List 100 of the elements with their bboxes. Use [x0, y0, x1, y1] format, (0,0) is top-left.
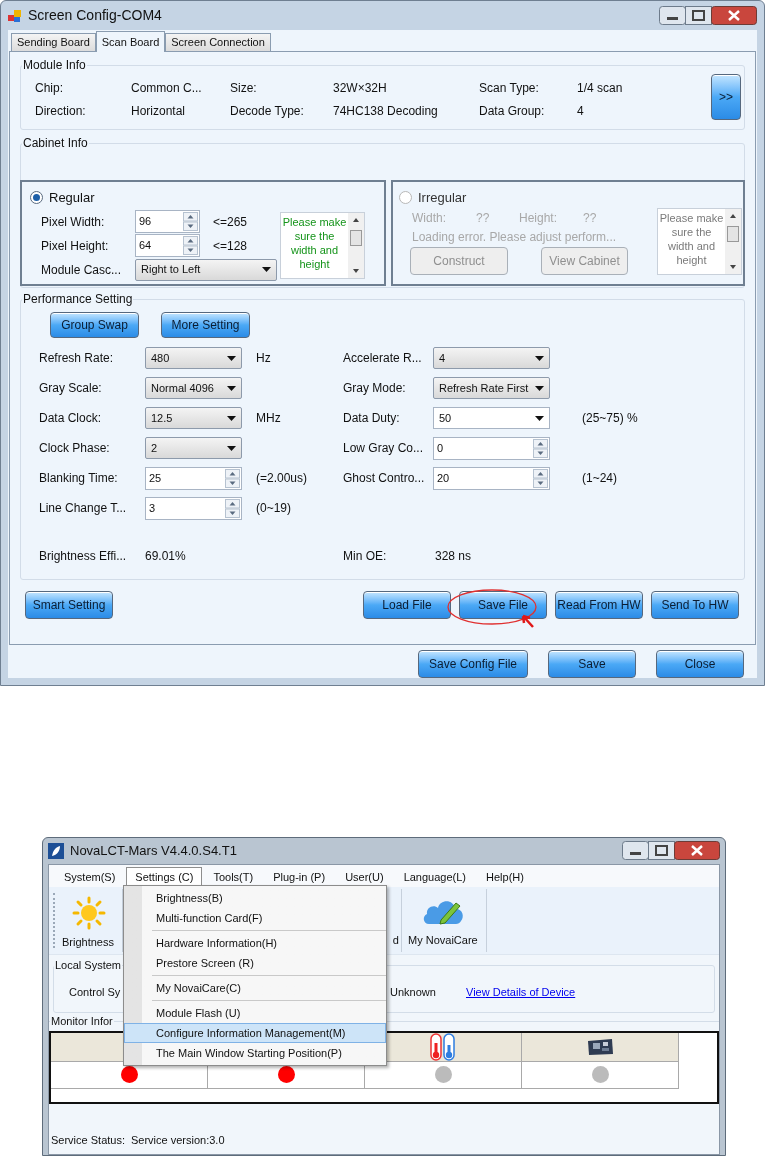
sun-icon: [72, 895, 106, 930]
field-value: 74HC138 Decoding: [333, 102, 439, 120]
action-button[interactable]: Save Config File: [418, 650, 528, 678]
menu-item[interactable]: System(S): [55, 867, 125, 887]
toolbar-button[interactable]: Brightness: [62, 933, 116, 950]
menu-item[interactable]: Settings (C): [126, 867, 203, 887]
scrollbar-icon: [348, 212, 364, 278]
dropdown[interactable]: Right to Left: [135, 258, 277, 281]
menu-entry[interactable]: My NovaiCare(C): [124, 978, 386, 998]
group-title: Performance Setting: [22, 291, 134, 308]
setting-label: Blanking Time:: [39, 470, 119, 487]
setting-label: Gray Mode:: [343, 380, 407, 397]
field-value: ??: [476, 209, 491, 227]
option-label: Regular: [49, 189, 95, 207]
menu-entry[interactable]: Prestore Screen (R): [124, 953, 386, 973]
menu-entry[interactable]: Brightness(B): [124, 888, 386, 908]
dropdown[interactable]: Refresh Rate First: [433, 377, 550, 399]
field-value: ??: [583, 209, 598, 227]
device-details-link[interactable]: View Details of Device: [466, 983, 576, 1000]
window-title: Screen Config-COM4: [28, 6, 162, 25]
field-label: Height:: [519, 209, 559, 227]
spin-field[interactable]: 25: [145, 466, 242, 490]
tab[interactable]: Sending Board: [11, 33, 96, 51]
app-icon: [8, 8, 22, 23]
setting-label: Refresh Rate:: [39, 350, 115, 367]
dropdown[interactable]: Normal 4096: [145, 377, 242, 399]
action-button[interactable]: Load File: [363, 591, 451, 619]
field-label: Width:: [412, 209, 447, 227]
menu-entry[interactable]: Configure Information Management(M): [124, 1023, 386, 1043]
caret-icon: [227, 415, 236, 421]
spin-arrows-icon: [225, 498, 240, 518]
dropdown[interactable]: 2: [145, 437, 242, 459]
setting-label: Low Gray Co...: [343, 440, 425, 457]
field-value: 32W×32H: [333, 79, 388, 97]
field-label: Chip:: [35, 79, 64, 97]
menu-item[interactable]: Language(L): [394, 867, 475, 887]
menu-entry[interactable]: Module Flash (U): [124, 1003, 386, 1023]
action-button[interactable]: Save: [548, 650, 636, 678]
menu-item[interactable]: Tools(T): [204, 867, 263, 887]
dropdown[interactable]: 50: [433, 407, 550, 429]
setting-label: Gray Scale:: [39, 380, 103, 397]
caret-icon: [535, 355, 544, 361]
setting-label: Ghost Contro...: [343, 470, 426, 487]
dropdown[interactable]: 480: [145, 347, 242, 369]
setting-label: Accelerate R...: [343, 350, 423, 367]
field-label: Pixel Height:: [41, 237, 110, 255]
status-label: Service Status:: [51, 1132, 125, 1148]
field-label: Direction:: [35, 102, 87, 120]
dropdown[interactable]: 4: [433, 347, 550, 369]
option-label: Irregular: [418, 189, 467, 207]
readout-label: Brightness Effi...: [39, 548, 128, 565]
menu-item[interactable]: Plug-in (P): [264, 867, 335, 887]
status-text: Service version:3.0: [131, 1132, 225, 1148]
window-controls-icon[interactable]: [622, 841, 720, 861]
caret-icon: [227, 355, 236, 361]
spin-arrows-icon: [183, 212, 198, 231]
tab[interactable]: Scan Board: [95, 31, 166, 52]
menu-entry[interactable]: The Main Window Starting Position(P): [124, 1043, 386, 1063]
spin-arrows-icon: [533, 468, 548, 488]
unit-text: Hz: [256, 350, 271, 367]
action-button[interactable]: Save File: [459, 591, 547, 619]
action-button[interactable]: Group Swap: [50, 312, 139, 338]
toolbar-button[interactable]: My NovaiCare: [408, 931, 480, 948]
field-label: Decode Type:: [230, 102, 305, 120]
radio-button[interactable]: [30, 191, 43, 205]
action-button[interactable]: Close: [656, 650, 744, 678]
action-button[interactable]: Send To HW: [651, 591, 739, 619]
spin-field[interactable]: 96: [135, 210, 200, 233]
unit-text: (0~19): [256, 500, 292, 517]
action-button[interactable]: Smart Setting: [25, 591, 113, 619]
window-controls-icon[interactable]: [659, 5, 757, 26]
menu-entry[interactable]: Hardware Information(H): [124, 933, 386, 953]
window-title: NovaLCT-Mars V4.4.0.S4.T1: [70, 842, 237, 861]
field-value: 1/4 scan: [577, 79, 624, 97]
readout-value: 328 ns: [435, 548, 472, 565]
spin-field[interactable]: 20: [433, 466, 550, 490]
spin-field[interactable]: 3: [145, 496, 242, 520]
menu-entry[interactable]: Multi-function Card(F): [124, 908, 386, 928]
tab[interactable]: Screen Connection: [165, 33, 271, 51]
spin-field[interactable]: 64: [135, 234, 200, 257]
unit-text: (1~24): [582, 470, 618, 487]
caret-icon: [227, 385, 236, 391]
dropdown[interactable]: 12.5: [145, 407, 242, 429]
spin-arrows-icon: [225, 468, 240, 488]
group-title: Cabinet Info: [22, 135, 89, 152]
setting-label: Data Clock:: [39, 410, 103, 427]
spin-field[interactable]: 0: [433, 436, 550, 460]
note-text: Please make sure the width and height: [658, 211, 725, 268]
action-button[interactable]: >>: [711, 74, 741, 120]
action-button[interactable]: Read From HW: [555, 591, 643, 619]
unit-text: MHz: [256, 410, 281, 427]
field-label: Control Sy: [69, 985, 121, 998]
action-button[interactable]: More Setting: [161, 312, 250, 338]
field-label: Data Group:: [479, 102, 546, 120]
field-value: Unknown: [390, 984, 437, 1000]
readout-value: 69.01%: [145, 548, 186, 565]
toolbar-button[interactable]: d: [392, 931, 401, 948]
menu-item[interactable]: User(U): [336, 867, 393, 887]
group-title: Monitor Infor: [50, 1014, 114, 1029]
menu-item[interactable]: Help(H): [477, 867, 533, 887]
